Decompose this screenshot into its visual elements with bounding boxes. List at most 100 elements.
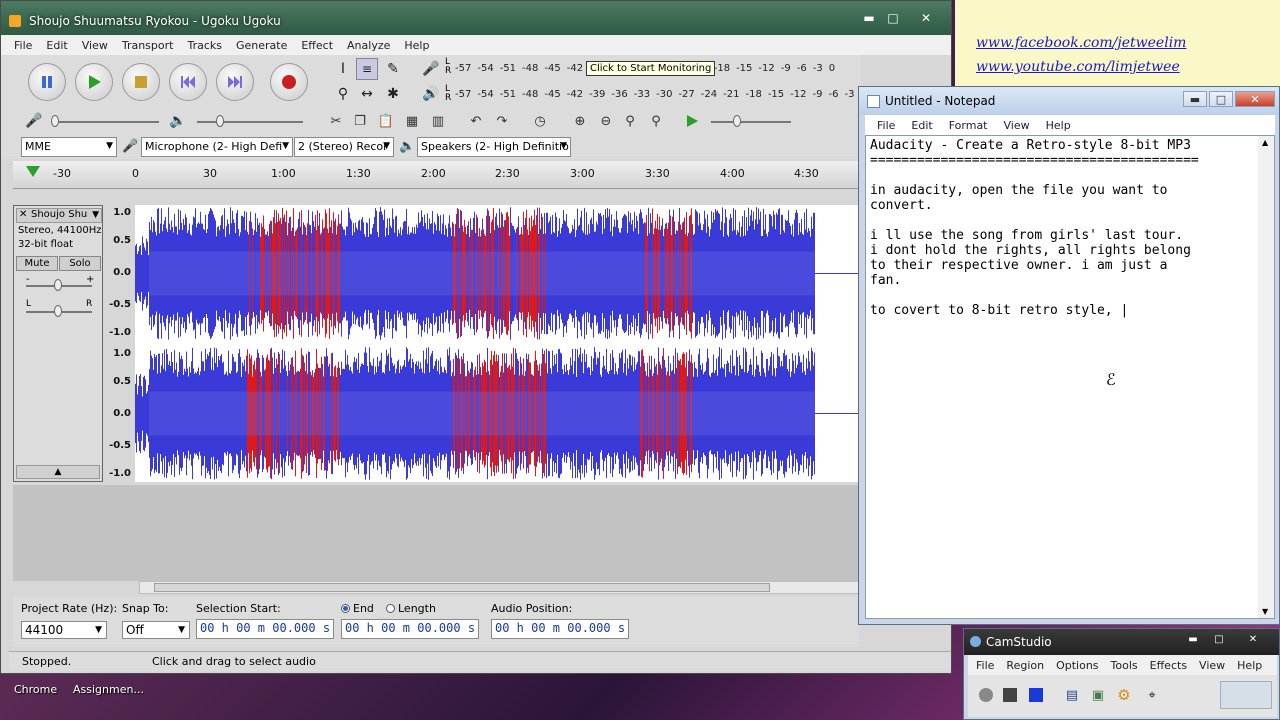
project-rate-select[interactable]: 44100 ▼ bbox=[21, 621, 107, 639]
pause-button[interactable] bbox=[1000, 685, 1020, 705]
playback-meter-icon[interactable]: 🔊 bbox=[420, 83, 442, 105]
zoom-in-button[interactable]: ⊕ bbox=[569, 111, 591, 131]
track-name-menu[interactable]: ✕ Shoujo Shu ▼ bbox=[16, 208, 102, 223]
desktop-icon-assignments[interactable]: Assignmen... bbox=[73, 683, 144, 696]
menu-help[interactable]: Help bbox=[397, 39, 436, 52]
audio-position-time[interactable]: 00 h 00 m 00.000 s bbox=[491, 619, 629, 639]
skip-to-start-button[interactable] bbox=[169, 63, 207, 101]
output-volume-slider[interactable] bbox=[197, 121, 303, 123]
vertical-scrollbar[interactable]: ▲ ▼ bbox=[1258, 136, 1274, 618]
time-shift-tool[interactable]: ↔ bbox=[356, 83, 378, 105]
play-button[interactable] bbox=[75, 63, 113, 101]
horizontal-scroll-thumb[interactable] bbox=[154, 583, 770, 592]
youtube-link[interactable]: www.youtube.com/limjetwee bbox=[976, 59, 1180, 75]
menu-view[interactable]: View bbox=[1193, 659, 1231, 672]
track-empty-area[interactable] bbox=[13, 485, 859, 581]
notepad-title-bar[interactable]: Untitled - Notepad ▬ □ ✕ bbox=[859, 87, 1279, 115]
output-volume-thumb[interactable] bbox=[216, 115, 224, 127]
paste-button[interactable]: 📋 bbox=[375, 111, 397, 131]
zoom-out-button[interactable]: ⊖ bbox=[595, 111, 617, 131]
play-speed-thumb[interactable] bbox=[733, 115, 741, 127]
save-settings-button[interactable]: ▣ bbox=[1088, 685, 1108, 705]
menu-generate[interactable]: Generate bbox=[229, 39, 294, 52]
menu-help[interactable]: Help bbox=[1231, 659, 1268, 672]
desktop-icon-chrome[interactable]: Chrome bbox=[14, 683, 57, 696]
maximize-button[interactable]: □ bbox=[1209, 91, 1233, 107]
snap-to-select[interactable]: Off ▼ bbox=[122, 621, 190, 639]
menu-tracks[interactable]: Tracks bbox=[180, 39, 229, 52]
input-volume-thumb[interactable] bbox=[51, 115, 59, 127]
close-button[interactable]: ✕ bbox=[1242, 633, 1264, 647]
horizontal-scrollbar[interactable] bbox=[139, 581, 859, 594]
cut-button[interactable]: ✂ bbox=[325, 111, 347, 131]
copy-button[interactable]: ❐ bbox=[349, 111, 371, 131]
camstudio-title-bar[interactable]: CamStudio ▬ □ ✕ bbox=[964, 629, 1279, 655]
audio-host-select[interactable]: MME ▼ bbox=[21, 137, 117, 157]
waveform[interactable] bbox=[135, 205, 859, 482]
minimize-button[interactable]: ▬ bbox=[857, 10, 881, 26]
menu-view[interactable]: View bbox=[996, 119, 1038, 132]
menu-file[interactable]: File bbox=[970, 659, 1000, 672]
scroll-down-icon[interactable]: ▼ bbox=[1262, 607, 1268, 616]
region-button[interactable]: ⌖ bbox=[1142, 685, 1162, 705]
input-channels-select[interactable]: 2 (Stereo) Recor ▼ bbox=[294, 137, 394, 157]
undo-button[interactable]: ↶ bbox=[465, 111, 487, 131]
facebook-link[interactable]: www.facebook.com/jetweelim bbox=[976, 35, 1186, 51]
solo-button[interactable]: Solo bbox=[59, 256, 101, 271]
annotation-button[interactable]: ▤ bbox=[1062, 685, 1082, 705]
play-at-speed-button[interactable] bbox=[681, 111, 703, 131]
output-device-select[interactable]: Speakers (2- High Definitio ▼ bbox=[417, 137, 571, 157]
maximize-button[interactable]: □ bbox=[881, 10, 905, 26]
redo-button[interactable]: ↷ bbox=[491, 111, 513, 131]
input-device-select[interactable]: Microphone (2- High Defi ▼ bbox=[141, 137, 293, 157]
fit-project-button[interactable]: ⚲ bbox=[645, 111, 667, 131]
menu-help[interactable]: Help bbox=[1038, 119, 1079, 132]
timeline-ruler[interactable]: -30 0 30 1:00 1:30 2:00 2:30 3:00 3:30 4… bbox=[13, 161, 859, 189]
audacity-title-bar[interactable]: Shoujo Shuumatsu Ryokou - Ugoku Ugoku ▬ … bbox=[1, 1, 951, 35]
play-speed-slider[interactable] bbox=[711, 121, 791, 123]
minimize-button[interactable]: ▬ bbox=[1182, 633, 1204, 647]
menu-tools[interactable]: Tools bbox=[1105, 659, 1144, 672]
record-meter-icon[interactable]: 🎤 bbox=[420, 58, 442, 80]
options-button[interactable]: ⚙ bbox=[1114, 685, 1134, 705]
maximize-button[interactable]: □ bbox=[1208, 633, 1230, 647]
menu-region[interactable]: Region bbox=[1000, 659, 1050, 672]
menu-transport[interactable]: Transport bbox=[115, 39, 181, 52]
selection-end-time[interactable]: 00 h 00 m 00.000 s bbox=[341, 619, 479, 639]
menu-format[interactable]: Format bbox=[941, 119, 996, 132]
menu-file[interactable]: File bbox=[7, 39, 39, 52]
minimize-button[interactable]: ▬ bbox=[1183, 91, 1207, 107]
menu-options[interactable]: Options bbox=[1050, 659, 1104, 672]
record-button[interactable] bbox=[976, 685, 996, 705]
menu-effects[interactable]: Effects bbox=[1144, 659, 1193, 672]
playback-meter-scale[interactable]: -57 -54 -51 -48 -45 -42 -39 -36 -33 -30 -27 -24 -21-… bbox=[455, 86, 873, 102]
selection-start-time[interactable]: 00 h 00 m 00.000 s bbox=[196, 619, 334, 639]
sync-lock-button[interactable]: ◷ bbox=[529, 111, 551, 131]
close-button[interactable]: ✕ bbox=[1235, 91, 1275, 107]
stop-button[interactable] bbox=[1026, 685, 1046, 705]
meter-tooltip[interactable]: Click to Start Monitoring bbox=[586, 61, 716, 76]
menu-file[interactable]: File bbox=[869, 119, 903, 132]
close-icon[interactable]: ✕ bbox=[19, 209, 27, 220]
menu-edit[interactable]: Edit bbox=[39, 39, 74, 52]
record-meter-scale[interactable]: -57-54-51-48-45-42-3 bbox=[455, 60, 605, 76]
multi-tool[interactable]: ✱ bbox=[382, 83, 404, 105]
length-radio[interactable]: Length bbox=[386, 602, 436, 615]
pan-thumb[interactable] bbox=[54, 305, 62, 317]
input-volume-slider[interactable] bbox=[53, 121, 159, 123]
end-radio[interactable]: End bbox=[341, 602, 374, 615]
track-control-panel[interactable]: ✕ Shoujo Shu ▼ Stereo, 44100Hz 32-bit fl… bbox=[13, 205, 103, 482]
envelope-tool[interactable]: ≡ bbox=[356, 58, 378, 80]
mute-button[interactable]: Mute bbox=[16, 256, 58, 271]
zoom-tool[interactable]: ⚲ bbox=[332, 83, 354, 105]
draw-tool[interactable]: ✎ bbox=[382, 58, 404, 80]
notepad-text[interactable]: Audacity - Create a Retro-style 8-bit MP… bbox=[870, 138, 1260, 318]
silence-button[interactable]: ▥ bbox=[427, 111, 449, 131]
scroll-up-icon[interactable]: ▲ bbox=[1262, 138, 1268, 147]
record-button[interactable] bbox=[270, 63, 308, 101]
menu-effect[interactable]: Effect bbox=[294, 39, 340, 52]
gain-thumb[interactable] bbox=[54, 279, 62, 291]
skip-to-end-button[interactable] bbox=[216, 63, 254, 101]
waveform-area[interactable] bbox=[135, 205, 859, 482]
menu-view[interactable]: View bbox=[75, 39, 115, 52]
